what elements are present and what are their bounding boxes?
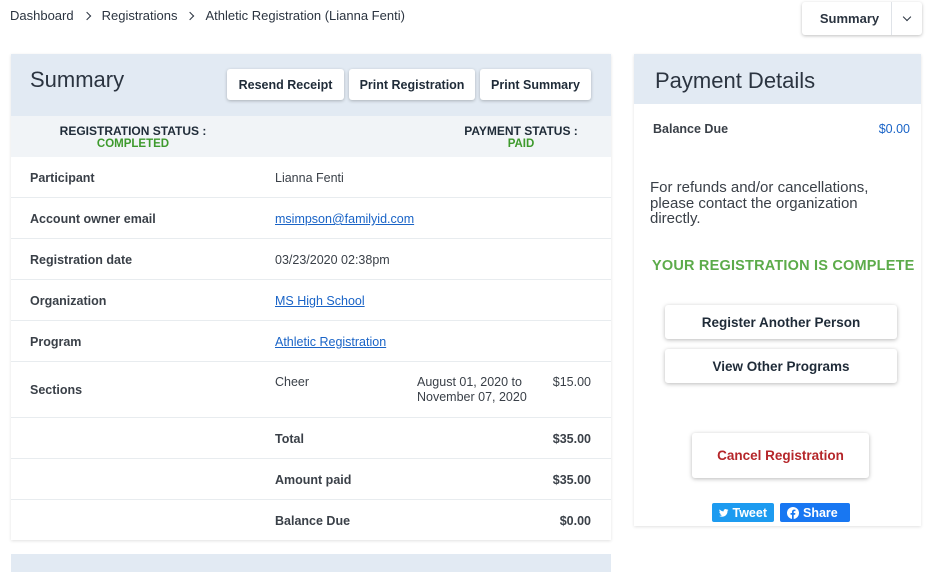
email-row: Account owner email msimpson@familyid.co… — [11, 198, 611, 239]
print-summary-button[interactable]: Print Summary — [480, 69, 591, 100]
amount-paid-row: Amount paid $35.00 — [11, 459, 611, 500]
participant-row: Participant Lianna Fenti — [11, 157, 611, 198]
program-row: Program Athletic Registration — [11, 321, 611, 362]
payment-balance-label: Balance Due — [653, 122, 729, 136]
organization-row: Organization MS High School — [11, 280, 611, 321]
program-link[interactable]: Athletic Registration — [275, 335, 386, 349]
share-label: Share — [803, 505, 838, 520]
breadcrumb-current: Athletic Registration (Lianna Fenti) — [205, 8, 405, 23]
twitter-icon — [719, 508, 729, 517]
chevron-right-icon — [186, 11, 195, 20]
view-other-programs-button[interactable]: View Other Programs — [665, 349, 897, 383]
payment-details-card: Payment Details Balance Due $0.00 For re… — [634, 54, 921, 526]
registration-complete-message: YOUR REGISTRATION IS COMPLETE — [652, 258, 915, 274]
section-date-start: August 01, 2020 to — [417, 375, 522, 389]
status-bar: REGISTRATION STATUS : COMPLETED PAYMENT … — [11, 116, 611, 157]
participant-label: Participant — [30, 171, 95, 185]
payment-status-label: PAYMENT STATUS : — [464, 124, 578, 138]
organization-label: Organization — [30, 294, 107, 308]
balance-due-row: Balance Due $0.00 — [11, 500, 611, 540]
participant-value: Lianna Fenti — [275, 171, 344, 185]
facebook-icon — [787, 506, 799, 519]
organization-link[interactable]: MS High School — [275, 294, 365, 308]
summary-dropdown[interactable]: Summary — [802, 2, 922, 35]
total-row: Total $35.00 — [11, 418, 611, 459]
payment-balance-row: Balance Due $0.00 — [634, 104, 921, 152]
tweet-label: Tweet — [732, 505, 768, 520]
summary-dropdown-label[interactable]: Summary — [802, 11, 891, 26]
facebook-share-button[interactable]: Share — [780, 503, 850, 522]
program-label: Program — [30, 335, 82, 349]
email-label: Account owner email — [30, 212, 156, 226]
registration-status-value: COMPLETED — [96, 138, 170, 150]
amount-paid-label: Amount paid — [275, 473, 352, 487]
section-dates: August 01, 2020 to November 07, 2020 — [417, 375, 527, 405]
payment-details-header: Payment Details — [634, 54, 921, 104]
section-date-end: November 07, 2020 — [417, 390, 527, 404]
total-value: $35.00 — [552, 432, 591, 446]
registration-status-label: REGISTRATION STATUS : — [59, 124, 207, 138]
summary-title: Summary — [30, 67, 125, 92]
email-link[interactable]: msimpson@familyid.com — [275, 212, 414, 226]
breadcrumb-registrations[interactable]: Registrations — [102, 8, 178, 23]
registration-status: REGISTRATION STATUS : COMPLETED — [57, 125, 209, 151]
sections-label: Sections — [30, 383, 83, 397]
tweet-button[interactable]: Tweet — [712, 503, 774, 522]
section-price: $15.00 — [552, 375, 591, 389]
balance-due-value: $0.00 — [559, 514, 591, 528]
next-section-header — [11, 554, 611, 572]
payment-status-value: PAID — [507, 138, 535, 150]
print-registration-button[interactable]: Print Registration — [349, 69, 475, 100]
dropdown-toggle[interactable] — [892, 2, 922, 35]
breadcrumb: Dashboard Registrations Athletic Registr… — [10, 8, 405, 23]
registration-date-row: Registration date 03/23/2020 02:38pm — [11, 239, 611, 280]
chevron-right-icon — [82, 11, 91, 20]
payment-details-title: Payment Details — [655, 68, 816, 93]
registration-date-value: 03/23/2020 02:38pm — [275, 253, 390, 267]
refund-notice: For refunds and/or cancellations, please… — [650, 179, 869, 227]
resend-receipt-button[interactable]: Resend Receipt — [227, 69, 344, 100]
register-another-person-button[interactable]: Register Another Person — [665, 305, 897, 339]
total-label: Total — [275, 432, 304, 446]
payment-status: PAYMENT STATUS : PAID — [457, 125, 585, 151]
summary-header: Summary Resend Receipt Print Registratio… — [11, 54, 611, 116]
amount-paid-value: $35.00 — [552, 473, 591, 487]
summary-card: Summary Resend Receipt Print Registratio… — [11, 54, 611, 540]
cancel-registration-button[interactable]: Cancel Registration — [692, 433, 869, 478]
registration-date-label: Registration date — [30, 253, 133, 267]
chevron-down-icon — [902, 12, 912, 22]
breadcrumb-dashboard[interactable]: Dashboard — [10, 8, 74, 23]
payment-balance-value: $0.00 — [878, 122, 910, 136]
sections-row: Sections Cheer August 01, 2020 to Novemb… — [11, 362, 611, 418]
balance-due-label: Balance Due — [275, 514, 351, 528]
section-name: Cheer — [275, 375, 310, 389]
